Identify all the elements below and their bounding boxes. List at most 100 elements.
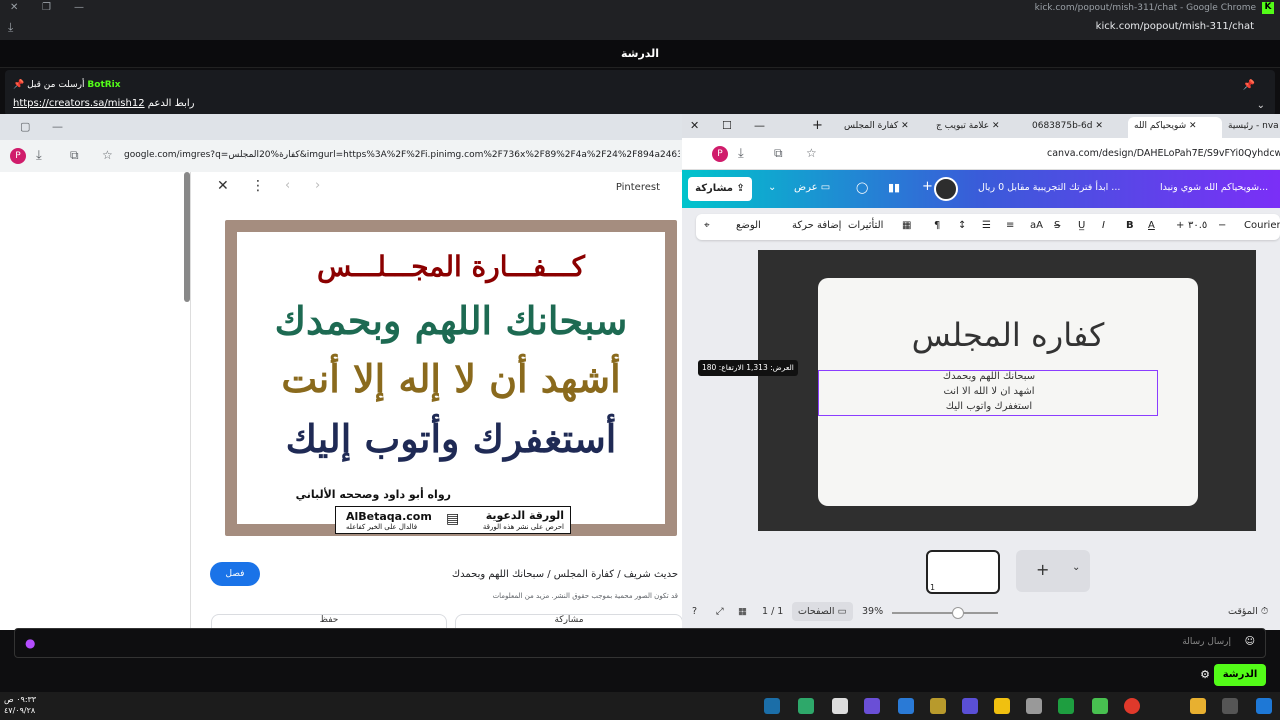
paint-format-icon[interactable]: ⌖: [704, 220, 710, 231]
case-icon[interactable]: aA: [1030, 220, 1043, 231]
download-icon[interactable]: ⤓: [8, 20, 13, 35]
mic-icon[interactable]: ●: [25, 636, 35, 650]
fullscreen-icon[interactable]: ⤢: [716, 606, 724, 617]
profile-avatar[interactable]: P: [10, 148, 26, 164]
gear-icon[interactable]: ⚙: [1200, 668, 1210, 681]
chart-app-icon[interactable]: [1058, 698, 1074, 714]
minimize-icon[interactable]: —: [52, 120, 63, 133]
add-page-button[interactable]: + ⌄: [1016, 550, 1090, 592]
tab-kaffara[interactable]: كفارة المجلس ✕: [838, 117, 926, 138]
more-icon[interactable]: ⋮: [251, 178, 265, 194]
italic-icon[interactable]: I: [1102, 220, 1105, 231]
capcut-icon[interactable]: [832, 698, 848, 714]
pinned-bot-name[interactable]: BotRix: [87, 80, 120, 90]
page-thumbnail[interactable]: 1: [926, 550, 1000, 594]
bookmark-star-icon[interactable]: ☆: [806, 146, 817, 160]
align-icon[interactable]: ≡: [1006, 220, 1014, 231]
effects-button[interactable]: التأثيرات: [848, 220, 883, 231]
chevron-down-icon[interactable]: ⌄: [1072, 562, 1080, 573]
chevron-left-icon[interactable]: ‹: [285, 178, 290, 193]
spacing-icon[interactable]: ↕: [958, 220, 966, 231]
extensions-icon[interactable]: ⧉: [774, 146, 783, 161]
minimize-icon[interactable]: —: [754, 119, 765, 132]
send-button[interactable]: الدرشة: [1214, 664, 1266, 686]
bookmark-star-icon[interactable]: ☆: [102, 148, 113, 162]
mail-icon[interactable]: [898, 698, 914, 714]
help-icon[interactable]: ?: [692, 606, 697, 617]
download-icon[interactable]: ⤓: [738, 146, 744, 161]
chevron-down-icon[interactable]: ⌄: [768, 182, 776, 193]
minimize-icon[interactable]: —: [74, 2, 84, 13]
add-collaborator-icon[interactable]: +: [922, 179, 933, 194]
address-url[interactable]: kick.com/popout/mish-311/chat: [1096, 21, 1254, 32]
app-icon[interactable]: [798, 698, 814, 714]
emoji-icon[interactable]: ☺: [1245, 636, 1255, 647]
close-icon[interactable]: ✕: [10, 2, 18, 13]
tab-home[interactable]: رئيسية - nva: [1222, 117, 1280, 138]
pages-button[interactable]: الصفحات ▭: [792, 602, 853, 621]
maximize-icon[interactable]: ☐: [722, 119, 732, 132]
store-icon[interactable]: [1092, 698, 1108, 714]
transparency-icon[interactable]: ▦: [902, 220, 911, 231]
restore-icon[interactable]: ❐: [42, 2, 51, 13]
animate-button[interactable]: إضافة حركة: [792, 220, 841, 231]
steam-icon[interactable]: [764, 698, 780, 714]
settings-icon[interactable]: [1026, 698, 1042, 714]
selected-text-box[interactable]: سبحانك اللهم وبحمدك اشهد ان لا الله الا …: [818, 370, 1158, 416]
close-icon[interactable]: ✕: [217, 178, 229, 194]
restore-icon[interactable]: ▢: [20, 120, 30, 133]
download-icon[interactable]: ⤓: [36, 148, 42, 163]
extensions-icon[interactable]: ⧉: [70, 148, 79, 163]
pinned-link[interactable]: https://creators.sa/mish12: [13, 98, 145, 109]
grid-view-icon[interactable]: ▦: [738, 606, 747, 617]
clock[interactable]: ٠٩:٣٣ ص ٤٧/٠٩/٢٨: [4, 694, 36, 716]
present-button[interactable]: عرض ▭: [794, 182, 830, 193]
discord-icon[interactable]: [864, 698, 880, 714]
tab-alama[interactable]: علامة تبويب ج ✕: [930, 117, 1010, 138]
tab-canva-active[interactable]: شويحياكم الله ✕: [1128, 117, 1222, 138]
decrease-size-icon[interactable]: −: [1218, 220, 1226, 231]
position-button[interactable]: الوضع: [736, 220, 761, 231]
scroll-graphic[interactable]: كفاره المجلس سبحانك اللهم وبحمدك اشهد ان…: [818, 278, 1198, 506]
obs-icon[interactable]: [962, 698, 978, 714]
preview-image[interactable]: كـــفـــارة المجـــلـــس سبحانك اللهم وب…: [225, 220, 677, 536]
paragraph-icon[interactable]: ¶: [934, 220, 940, 231]
address-url[interactable]: canva.com/design/DAHELoPah7E/S9vFYi0Qyhd…: [1047, 148, 1280, 159]
zoom-slider-handle[interactable]: [952, 607, 964, 619]
app2-icon[interactable]: [994, 698, 1010, 714]
strikethrough-icon[interactable]: S̶: [1054, 220, 1060, 231]
list-icon[interactable]: ☰: [982, 220, 991, 231]
zoom-slider[interactable]: [892, 607, 998, 619]
profile-avatar[interactable]: P: [712, 146, 728, 162]
timer-button[interactable]: المؤقت ⏱: [1228, 606, 1268, 617]
image-caption[interactable]: حديث شريف / كفارة المجلس / سبحانك اللهم …: [452, 569, 678, 580]
increase-size-icon[interactable]: +: [1176, 220, 1184, 231]
share-button[interactable]: مشاركة ⇪: [688, 177, 752, 201]
design-title[interactable]: شويحياكم الله شوي ونبدا...: [1160, 182, 1268, 193]
avatar[interactable]: [934, 177, 958, 201]
tab-hash[interactable]: 0683875b-6d ✕: [1026, 117, 1124, 138]
chevron-right-icon[interactable]: ›: [315, 178, 320, 193]
chat-input[interactable]: ● إرسال رسالة ☺: [14, 628, 1266, 658]
comment-icon[interactable]: ◯: [856, 181, 868, 194]
chart-icon[interactable]: ▮▮: [888, 181, 900, 194]
text-color-icon[interactable]: A: [1148, 220, 1155, 231]
trial-banner[interactable]: ابدأ فترتك التجريبية مقابل 0 ريال ...: [978, 182, 1120, 193]
chevron-down-icon[interactable]: ⌄: [1257, 100, 1265, 111]
bold-icon[interactable]: B: [1126, 220, 1134, 231]
close-window-icon[interactable]: ✕: [690, 119, 699, 132]
address-url[interactable]: google.com/imgres?q=كفارة%20المجلس&imgur…: [124, 150, 680, 160]
start-icon[interactable]: [1256, 698, 1272, 714]
font-size-input[interactable]: ٣٠.٥: [1188, 220, 1207, 231]
underline-icon[interactable]: U̲: [1078, 220, 1085, 231]
files-icon[interactable]: [930, 698, 946, 714]
explorer-icon[interactable]: [1190, 698, 1206, 714]
new-tab-icon[interactable]: +: [812, 118, 823, 133]
more-button[interactable]: فصل: [210, 562, 260, 586]
font-family-select[interactable]: Courier: [1244, 220, 1280, 231]
source-name[interactable]: Pinterest: [616, 182, 660, 193]
design-title-text[interactable]: كفاره المجلس: [818, 316, 1198, 354]
design-canvas[interactable]: كفاره المجلس سبحانك اللهم وبحمدك اشهد ان…: [758, 250, 1256, 531]
unpin-icon[interactable]: 📌: [1243, 80, 1255, 91]
search-icon[interactable]: [1222, 698, 1238, 714]
